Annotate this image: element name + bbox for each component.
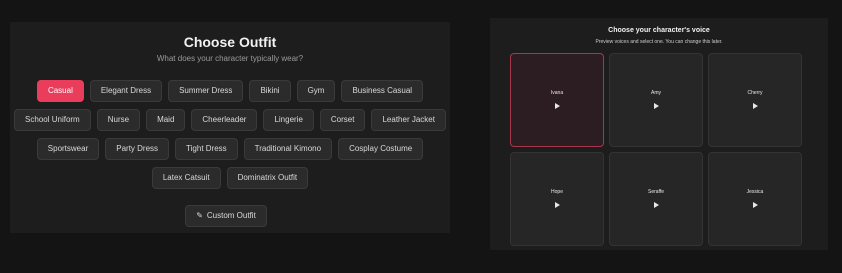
pencil-icon: ✎ [196, 211, 203, 220]
voice-subtitle: Preview voices and select one. You can c… [595, 39, 723, 45]
outfit-chip-casual[interactable]: Casual [36, 80, 84, 102]
outfit-chip-summer-dress[interactable]: Summer Dress [168, 80, 244, 102]
outfit-panel: Choose Outfit What does your character t… [10, 22, 450, 233]
outfit-chip-gym[interactable]: Gym [296, 80, 336, 102]
outfit-chip-cosplay-costume[interactable]: Cosplay Costume [338, 138, 424, 160]
voice-name: Ivana [550, 90, 564, 96]
outfit-chip-maid[interactable]: Maid [146, 109, 186, 131]
outfit-chip-dominatrix-outfit[interactable]: Dominatrix Outfit [226, 167, 309, 189]
voice-card-seraffe[interactable]: Seraffe [609, 152, 703, 246]
outfit-chip-business-casual[interactable]: Business Casual [341, 80, 424, 102]
voice-name: Hope [551, 189, 563, 195]
play-icon[interactable] [753, 103, 758, 109]
outfit-chip-latex-catsuit[interactable]: Latex Catsuit [151, 167, 221, 189]
play-icon[interactable] [753, 202, 758, 208]
voice-name: Jessica [746, 189, 764, 195]
outfit-chip-sportswear[interactable]: Sportswear [36, 138, 100, 160]
play-icon[interactable] [555, 103, 560, 109]
custom-outfit-label: Custom Outfit [206, 211, 256, 220]
outfit-chip-traditional-kimono[interactable]: Traditional Kimono [243, 138, 333, 160]
outfit-chip-school-uniform[interactable]: School Uniform [14, 109, 91, 131]
voice-title: Choose your character's voice [608, 27, 710, 34]
voice-card-ivana[interactable]: Ivana [510, 53, 604, 147]
outfit-row-4: Latex Catsuit Dominatrix Outfit [10, 167, 450, 189]
voice-name: Seraffe [647, 189, 665, 195]
outfit-chip-tight-dress[interactable]: Tight Dress [175, 138, 238, 160]
voice-name: Cherry [747, 90, 763, 96]
custom-outfit-button[interactable]: ✎ Custom Outfit [185, 205, 267, 227]
voice-card-hope[interactable]: Hope [510, 152, 604, 246]
outfit-chip-nurse[interactable]: Nurse [96, 109, 141, 131]
outfit-subtitle: What does your character typically wear? [156, 54, 304, 63]
outfit-title: Choose Outfit [183, 34, 277, 50]
outfit-chip-party-dress[interactable]: Party Dress [105, 138, 170, 160]
voice-panel: Choose your character's voice Preview vo… [490, 18, 828, 250]
outfit-chip-bikini[interactable]: Bikini [249, 80, 291, 102]
outfit-chip-cheerleader[interactable]: Cheerleader [191, 109, 258, 131]
play-icon[interactable] [654, 103, 659, 109]
play-icon[interactable] [654, 202, 659, 208]
outfit-chip-leather-jacket[interactable]: Leather Jacket [371, 109, 446, 131]
voice-card-amy[interactable]: Amy [609, 53, 703, 147]
outfit-row-1: Casual Elegant Dress Summer Dress Bikini… [10, 80, 450, 102]
voice-name: Amy [651, 90, 661, 96]
voice-card-jessica[interactable]: Jessica [708, 152, 802, 246]
voice-card-cherry[interactable]: Cherry [708, 53, 802, 147]
outfit-chip-corset[interactable]: Corset [319, 109, 366, 131]
outfit-row-3: Sportswear Party Dress Tight Dress Tradi… [10, 138, 450, 160]
outfit-chip-lingerie[interactable]: Lingerie [263, 109, 314, 131]
play-icon[interactable] [555, 202, 560, 208]
outfit-row-2: School Uniform Nurse Maid Cheerleader Li… [10, 109, 450, 131]
outfit-chip-elegant-dress[interactable]: Elegant Dress [89, 80, 163, 102]
